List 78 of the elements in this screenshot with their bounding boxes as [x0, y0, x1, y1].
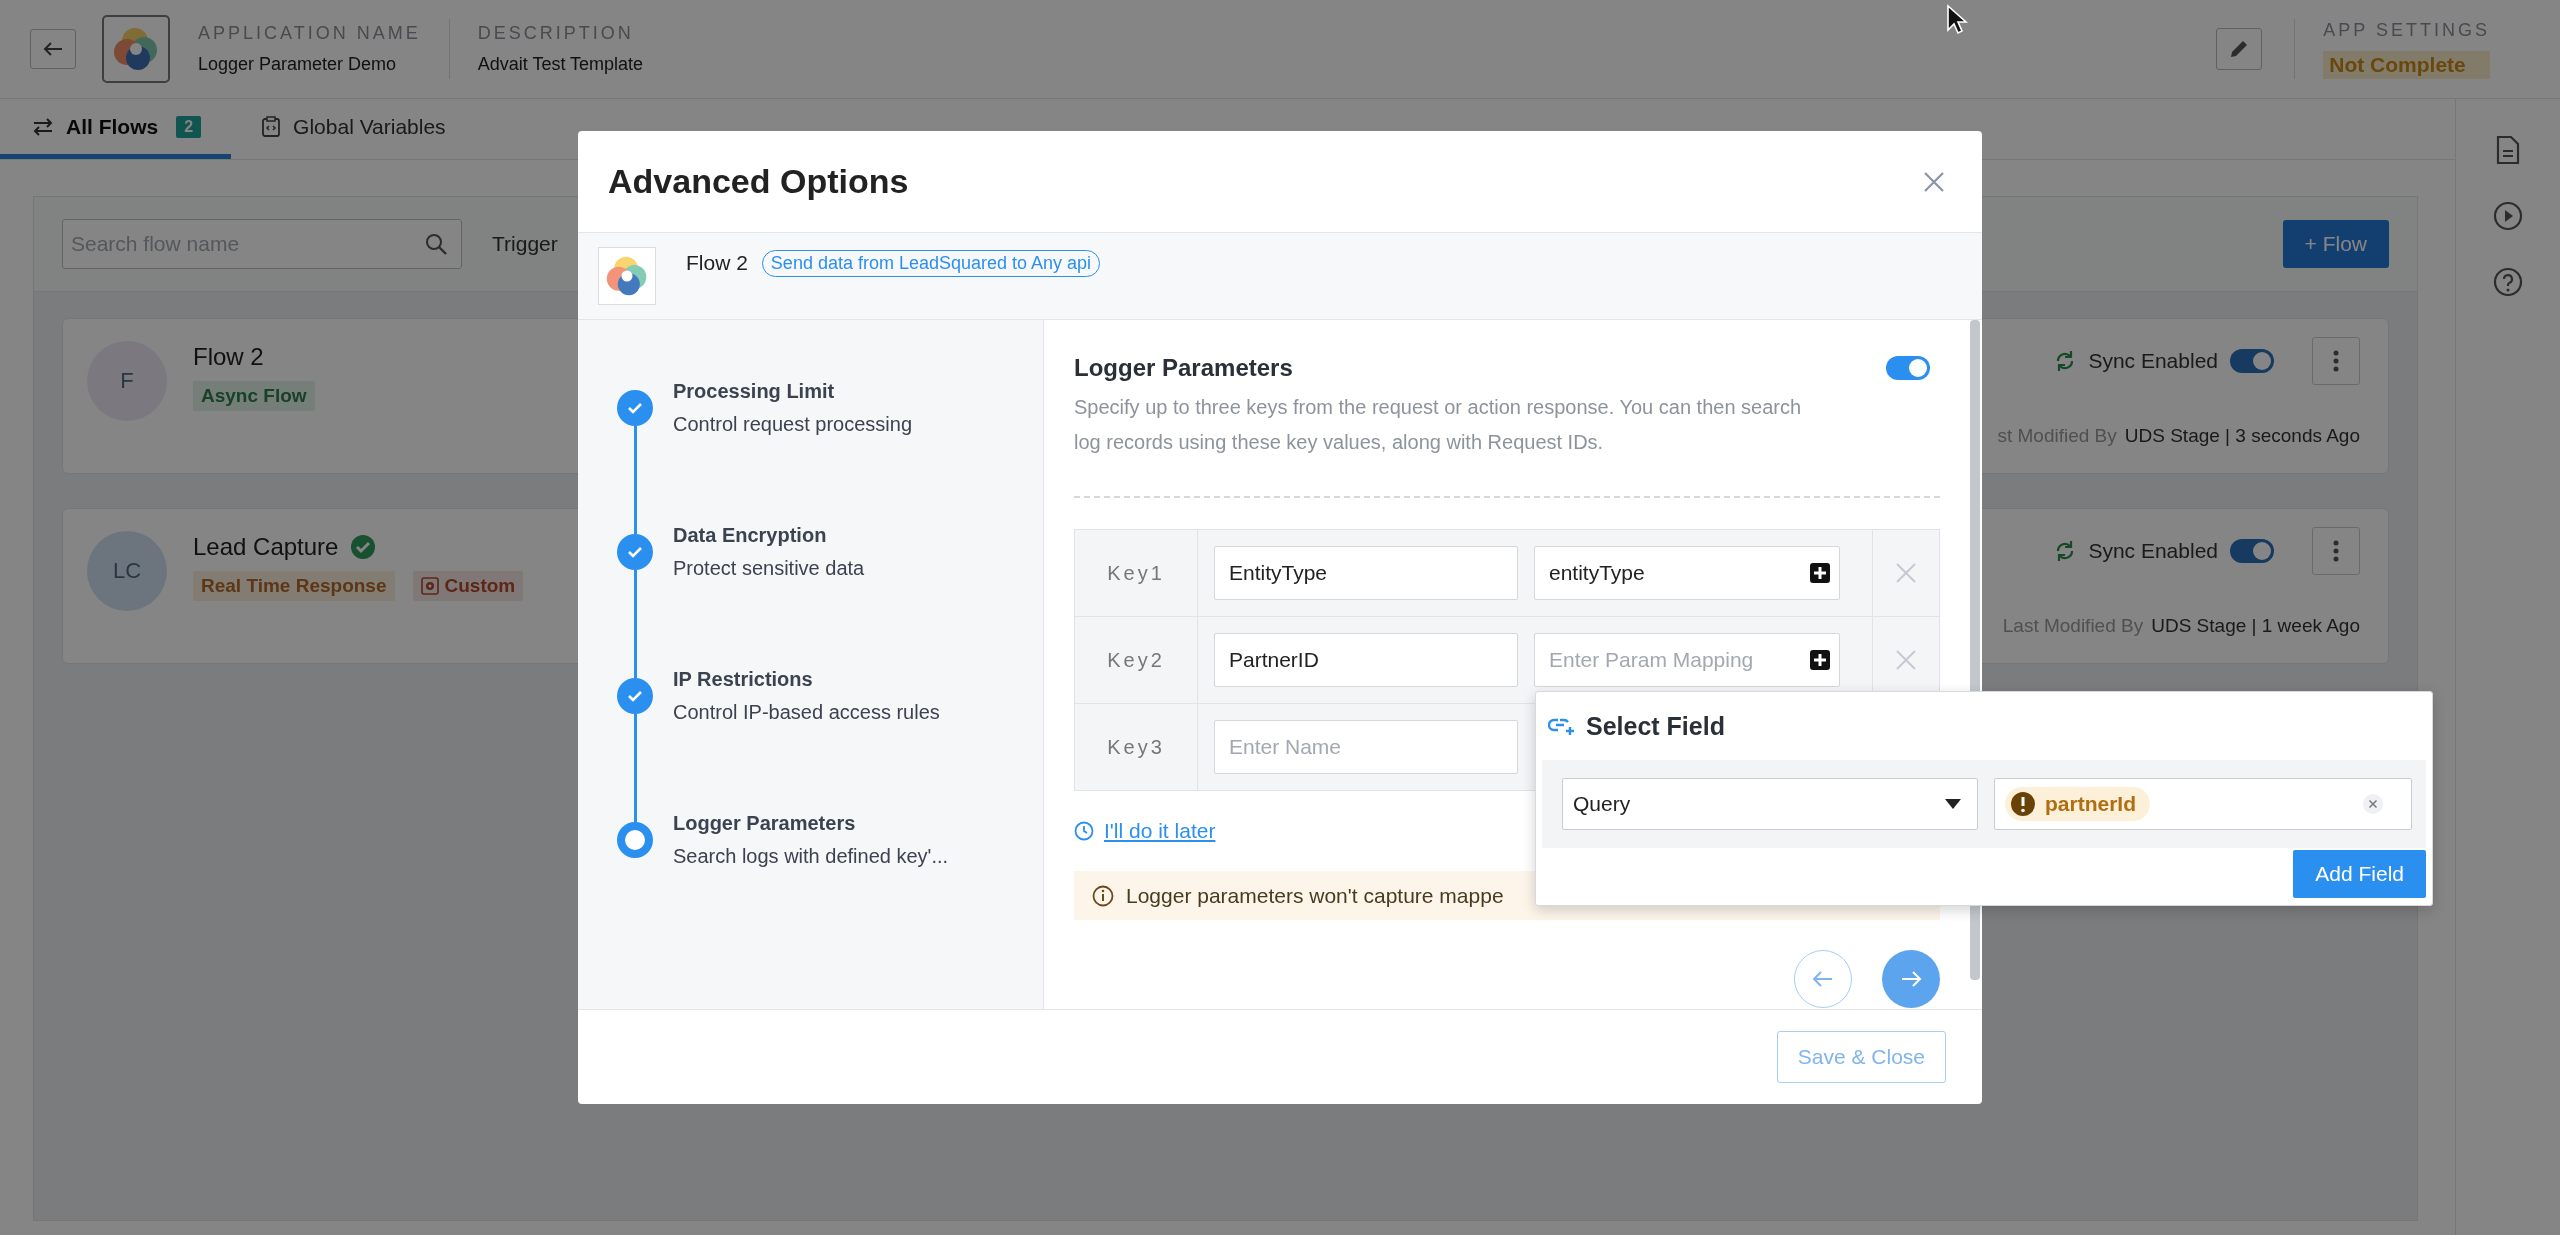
logger-toggle[interactable] [1886, 356, 1930, 380]
param-mapping-field[interactable]: Enter Param Mapping [1534, 633, 1840, 687]
notice-text: Logger parameters won't capture mappe [1126, 883, 1504, 908]
flow-logo [598, 247, 656, 305]
close-icon[interactable] [1922, 169, 1946, 194]
modified-info: UDS Stage | 1 week Ago [2151, 615, 2360, 637]
app-name: Logger Parameter Demo [198, 54, 398, 75]
flow-name: Lead Capture [193, 533, 339, 561]
key-name-field[interactable]: EntityType [1214, 546, 1518, 600]
cursor-icon [1946, 4, 1968, 36]
field-label: APP SETTINGS [2323, 19, 2490, 41]
modified-info: UDS Stage | 3 seconds Ago [2124, 425, 2360, 447]
sync-label: Sync Enabled [2088, 349, 2218, 373]
sync-toggle[interactable] [2230, 539, 2274, 563]
tab[interactable]: Global Variables [231, 99, 476, 159]
step-title[interactable]: Logger Parameters [673, 812, 949, 835]
flow-name: Flow 2 [193, 343, 264, 371]
document-icon[interactable] [2496, 135, 2520, 165]
play-icon[interactable] [2493, 201, 2523, 231]
back-arrow-icon [43, 41, 63, 57]
param-mapping-field[interactable]: entityType [1534, 546, 1840, 600]
key-label: Key3 [1107, 735, 1165, 759]
step-subtitle: Search logs with defined key'... [673, 845, 949, 868]
swap-arrows-icon [32, 117, 54, 136]
caret-down-icon [1945, 799, 1961, 809]
help-icon[interactable] [2493, 267, 2523, 297]
flow-tag: Async Flow [193, 381, 315, 411]
count-badge: 2 [176, 115, 202, 138]
more-button[interactable] [2312, 527, 2360, 575]
field-label: APPLICATION NAME [198, 23, 421, 44]
clock-icon [1074, 821, 1094, 841]
arrow-left-icon [1812, 970, 1834, 988]
source-dropdown[interactable]: Query [1562, 778, 1978, 830]
more-icon [2333, 540, 2339, 562]
key-name-field[interactable]: PartnerID [1214, 633, 1518, 687]
flow-tag: Custom [412, 571, 524, 601]
step-subtitle: Control request processing [673, 413, 912, 436]
info-icon [1092, 884, 1114, 907]
plus-square-icon[interactable] [1810, 563, 1830, 583]
sync-label: Sync Enabled [2088, 539, 2218, 563]
field-input[interactable]: partnerId [1994, 778, 2412, 830]
key-label: Key2 [1107, 648, 1165, 672]
more-icon [2333, 350, 2339, 372]
search-icon [424, 232, 448, 256]
gear-icon [420, 577, 439, 595]
back-button[interactable] [30, 29, 76, 69]
plus-square-icon[interactable] [1810, 650, 1830, 670]
key-label: Key1 [1107, 561, 1165, 585]
more-button[interactable] [2312, 337, 2360, 385]
step-subtitle: Control IP-based access rules [673, 701, 940, 724]
modal-title: Advanced Options [608, 162, 909, 201]
field-chip[interactable]: partnerId [2005, 787, 2150, 821]
step-title[interactable]: Data Encryption [673, 524, 865, 547]
edit-button[interactable] [2216, 28, 2263, 70]
flow-tag: Real Time Response [193, 571, 395, 601]
tab[interactable]: All Flows 2 [0, 99, 232, 159]
arrow-right-icon [1900, 970, 1922, 988]
step-subtitle: Protect sensitive data [673, 557, 865, 580]
step-title[interactable]: IP Restrictions [673, 668, 940, 691]
avatar: LC [87, 531, 167, 611]
link-plus-icon [1548, 716, 1576, 736]
clipboard-code-icon [261, 115, 282, 138]
avatar: F [87, 341, 167, 421]
flow-name: Flow 2 [686, 251, 748, 275]
field-label: DESCRIPTION [477, 23, 635, 44]
next-button[interactable] [1882, 950, 1940, 1008]
app-logo [102, 15, 170, 83]
warning-icon [2011, 792, 2035, 816]
section-title: Logger Parameters [1074, 354, 1293, 382]
popup-title: Select Field [1586, 711, 1725, 741]
app-description: Advait Test Template [477, 54, 644, 75]
section-description: Specify up to three keys from the request or action response. You can then search log records using these key values, along with Request IDs. [1074, 395, 1803, 455]
clear-icon[interactable] [2363, 794, 2383, 814]
key-name-field[interactable]: Enter Name [1214, 720, 1518, 774]
sync-toggle[interactable] [2230, 349, 2274, 373]
step-title[interactable]: Processing Limit [673, 380, 912, 403]
filter-label: Trigger [492, 232, 558, 256]
status-badge: Not Complete [2323, 50, 2490, 79]
